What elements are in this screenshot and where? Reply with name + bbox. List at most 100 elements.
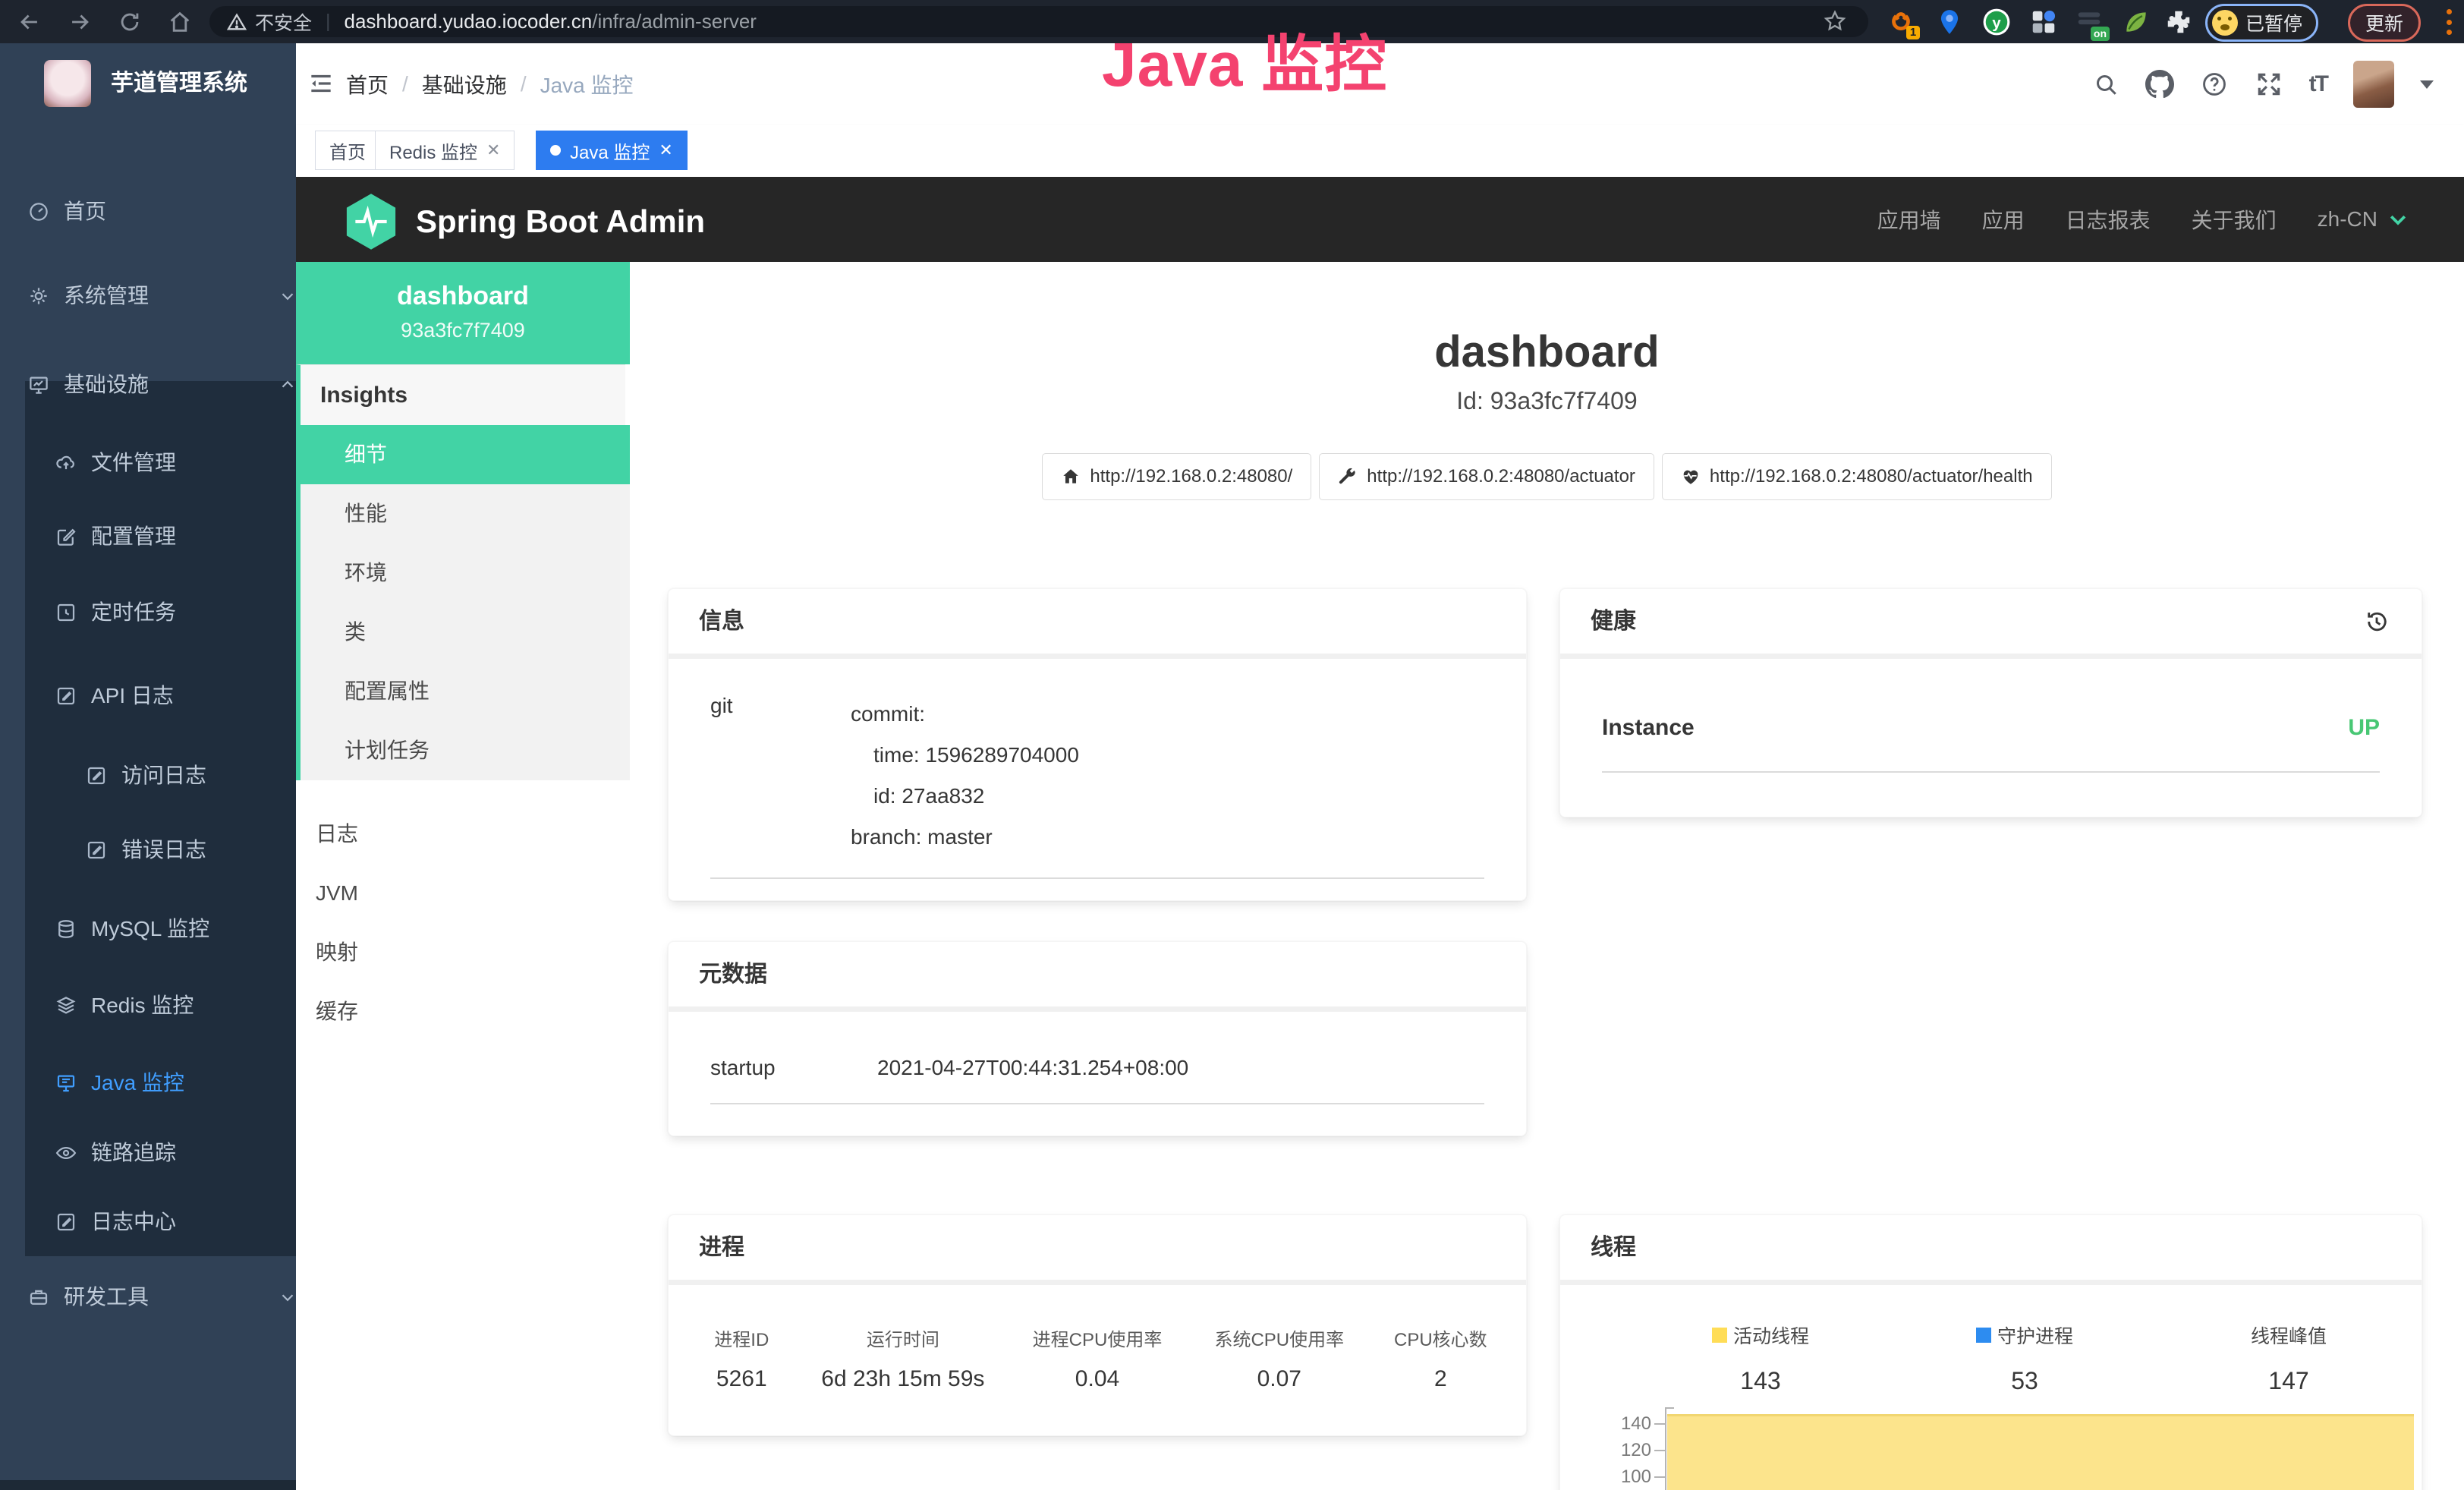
help-icon[interactable]	[2200, 70, 2229, 99]
extension-grid-icon[interactable]	[2029, 8, 2058, 36]
status-badge: UP	[2348, 715, 2380, 741]
process-uptime: 6d 23h 15m 59s	[800, 1366, 1007, 1392]
legend-label: 线程峰值	[2251, 1321, 2327, 1349]
search-icon[interactable]	[2092, 71, 2119, 98]
sba-item-environment[interactable]: 环境	[301, 543, 630, 603]
github-icon[interactable]	[2145, 70, 2174, 99]
breadcrumb-home[interactable]: 首页	[346, 69, 389, 99]
extension-y-icon[interactable]: y	[1982, 8, 2011, 36]
sidebar-item-system[interactable]: 系统管理	[0, 272, 323, 320]
sba-item-caches[interactable]: 缓存	[296, 982, 630, 1041]
health-key: Instance	[1602, 715, 2348, 741]
sidebar-item-dev-tools[interactable]: 研发工具	[0, 1273, 323, 1321]
process-col-header: 运行时间	[800, 1325, 1007, 1351]
instance-actuator-url[interactable]: http://192.168.0.2:48080/actuator	[1319, 453, 1654, 500]
sidebar-item-label: 访问日志	[121, 751, 206, 800]
extension-puzzle-icon[interactable]	[2164, 8, 2193, 36]
security-warning-icon	[226, 11, 247, 33]
chevron-down-icon	[278, 286, 297, 306]
card-title: 健康	[1591, 589, 1636, 654]
sba-instance-header[interactable]: dashboard 93a3fc7f7409	[296, 262, 630, 364]
address-bar[interactable]: 不安全 | dashboard.yudao.iocoder.cn/infra/a…	[209, 6, 1868, 37]
browser-back-icon[interactable]	[17, 9, 42, 35]
git-time-line: time: 1596289704000	[851, 735, 1484, 776]
avatar-caret-icon[interactable]	[2420, 80, 2434, 89]
cpu-cores: 2	[1370, 1366, 1511, 1392]
browser-forward-icon[interactable]	[67, 9, 93, 35]
browser-update-button[interactable]: 更新	[2348, 4, 2421, 42]
close-icon[interactable]: ✕	[486, 140, 500, 160]
eye-icon	[55, 1142, 77, 1164]
url-label: http://192.168.0.2:48080/actuator	[1367, 466, 1635, 487]
sba-item-details[interactable]: 细节	[296, 425, 630, 484]
legend-value: 53	[1893, 1367, 2157, 1395]
sidebar-item-home[interactable]: 首页	[0, 187, 323, 236]
y-axis-tickmark	[1654, 1476, 1665, 1478]
sba-nav-about[interactable]: 关于我们	[2192, 204, 2277, 235]
extension-colab-icon[interactable]: 1	[1887, 8, 1915, 36]
card-health-header: 健康	[1560, 589, 2422, 659]
sba-nav-applications[interactable]: 应用	[1982, 204, 2025, 235]
legend-daemon-threads: 守护进程 53	[1893, 1321, 2157, 1395]
sba-item-jvm[interactable]: JVM	[296, 864, 630, 923]
database-icon	[55, 918, 77, 940]
history-icon[interactable]	[2362, 607, 2391, 636]
profile-paused-chip[interactable]: 已暂停	[2205, 4, 2318, 42]
hamburger-icon[interactable]	[307, 69, 335, 98]
browser-menu-icon[interactable]	[2447, 9, 2453, 35]
metadata-value: 2021-04-27T00:44:31.254+08:00	[877, 1056, 1484, 1080]
instance-health-url[interactable]: http://192.168.0.2:48080/actuator/health	[1662, 453, 2052, 500]
extension-pin-icon[interactable]	[1935, 8, 1964, 36]
process-table: 进程ID5261 运行时间6d 23h 15m 59s 进程CPU使用率0.04…	[669, 1285, 1526, 1392]
bookmark-star-icon[interactable]	[1823, 9, 1847, 33]
sba-root-list: 日志 JVM 映射 缓存	[296, 805, 630, 1041]
sidebar-item-label: API 日志	[91, 672, 174, 720]
sba-nav-wallboard[interactable]: 应用墙	[1877, 204, 1941, 235]
card-title: 元数据	[699, 942, 767, 1006]
url-label: http://192.168.0.2:48080/	[1090, 466, 1292, 487]
process-pid: 5261	[684, 1366, 800, 1392]
security-warning-label[interactable]: 不安全	[255, 8, 312, 36]
close-icon[interactable]: ✕	[659, 140, 672, 160]
breadcrumb-infra[interactable]: 基础设施	[422, 69, 507, 99]
sidebar-item-infra[interactable]: 基础设施	[0, 361, 323, 409]
sba-instance-id: 93a3fc7f7409	[296, 311, 630, 342]
tags-view-bar: 首页 Redis 监控 ✕ Java 监控 ✕	[296, 125, 2464, 178]
sba-nav-journal[interactable]: 日志报表	[2066, 204, 2151, 235]
log-edit-icon	[55, 1211, 77, 1233]
chevron-up-icon	[278, 375, 297, 395]
extension-switch-icon[interactable]: on	[2075, 8, 2104, 36]
metadata-key: startup	[710, 1056, 877, 1080]
sba-item-metrics[interactable]: 性能	[301, 484, 630, 543]
instance-home-url[interactable]: http://192.168.0.2:48080/	[1042, 453, 1311, 500]
url-domain[interactable]: dashboard.yudao.iocoder.cn	[345, 10, 593, 33]
annotation-java-monitor: Java 监控	[1102, 14, 1387, 104]
tag-java-monitor[interactable]: Java 监控 ✕	[536, 131, 688, 170]
sba-locale-select[interactable]: zh-CN	[2318, 207, 2409, 232]
user-avatar[interactable]	[2353, 61, 2394, 108]
sba-item-config-props[interactable]: 配置属性	[301, 662, 630, 721]
fullscreen-icon[interactable]	[2255, 70, 2283, 99]
sba-item-classes[interactable]: 类	[301, 603, 630, 662]
instance-title: dashboard	[630, 326, 2464, 377]
browser-reload-icon[interactable]	[117, 9, 143, 35]
svg-text:y: y	[1992, 14, 2001, 32]
browser-home-icon[interactable]	[167, 9, 193, 35]
card-process: 进程 进程ID5261 运行时间6d 23h 15m 59s 进程CPU使用率0…	[668, 1214, 1527, 1436]
y-axis-line	[1665, 1407, 1666, 1490]
sba-section-insights[interactable]: Insights	[296, 364, 625, 425]
sidebar-item-label: 首页	[64, 187, 106, 236]
sba-brand[interactable]: Spring Boot Admin	[343, 192, 705, 251]
sba-item-mappings[interactable]: 映射	[296, 923, 630, 982]
tag-home[interactable]: 首页	[315, 131, 380, 170]
extension-leaf-icon[interactable]	[2122, 8, 2151, 36]
dashboard-icon	[27, 200, 50, 223]
sidebar-item-label: 研发工具	[64, 1273, 149, 1321]
tag-redis-monitor[interactable]: Redis 监控 ✕	[375, 131, 515, 170]
sba-item-scheduled-tasks[interactable]: 计划任务	[301, 721, 630, 780]
font-size-icon[interactable]: tT	[2309, 71, 2327, 97]
y-axis-tickmark	[1654, 1423, 1665, 1425]
info-value: commit: time: 1596289704000 id: 27aa832 …	[851, 694, 1484, 858]
app-logo-row[interactable]: 芋道管理系统	[0, 57, 296, 140]
sba-item-logs[interactable]: 日志	[296, 805, 630, 864]
